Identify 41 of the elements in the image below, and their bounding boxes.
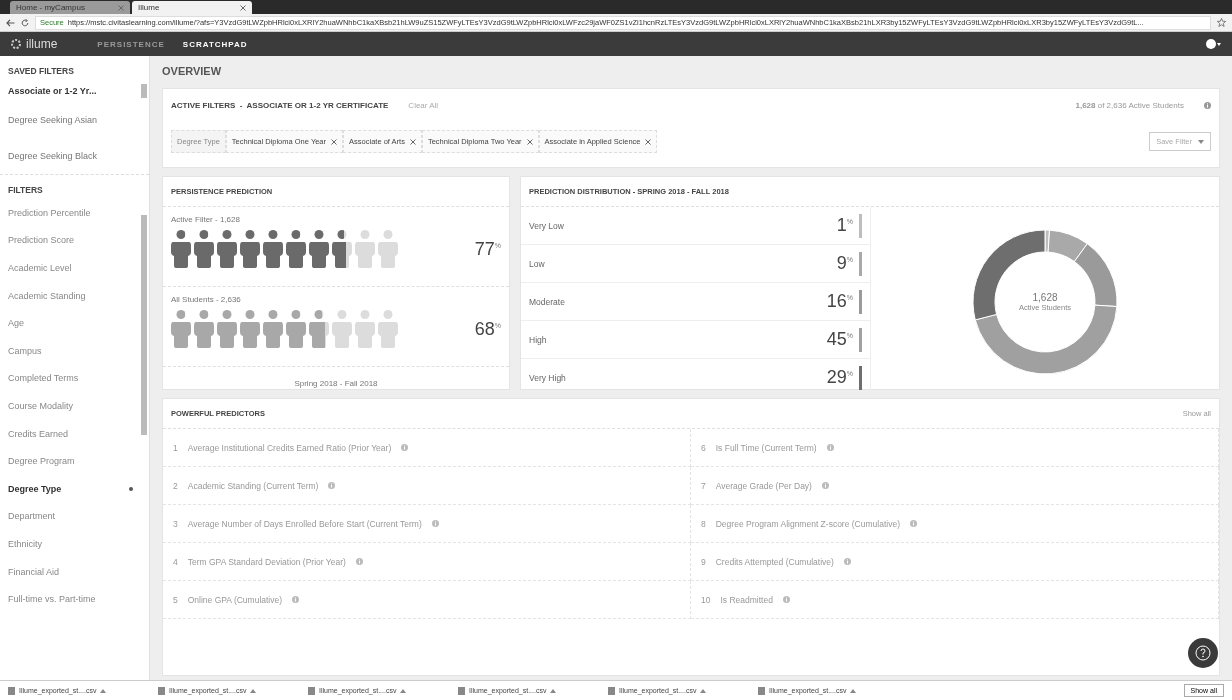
level-label: Very Low	[529, 220, 564, 231]
rank-number: 9	[701, 556, 706, 567]
level-label: Very High	[529, 372, 566, 383]
percent-value: 68$^{%}$	[474, 318, 501, 340]
predictor-label: Average Institutional Credits Earned Ratio (Prior Year)	[187, 442, 392, 453]
group-label: All Students - 2,636	[171, 295, 242, 304]
percent-value: 16$^{%}$	[826, 291, 853, 312]
predictor-label: Is Readmitted	[720, 594, 773, 605]
predictor-label: Average Grade (Per Day)	[715, 480, 812, 491]
level-label: High	[529, 334, 547, 345]
predictor-label: Is Full Time (Current Term)	[715, 442, 817, 453]
level-label: Moderate	[529, 296, 565, 307]
predictor-label: Credits Attempted (Cumulative)	[715, 556, 834, 567]
page-title: OVERVIEW	[162, 64, 223, 79]
percent-value: 45$^{%}$	[826, 329, 853, 350]
rank-number: 6	[701, 442, 706, 453]
rank-number: 10	[701, 594, 711, 605]
rank-number: 2	[173, 480, 178, 491]
predictor-label: Online GPA (Cumulative)	[187, 594, 283, 605]
student-count: 1,628 of 2,636 Active Students	[1075, 101, 1184, 110]
predictor-label: Term GPA Standard Deviation (Prior Year)	[187, 556, 346, 567]
percent-value: 29$^{%}$	[826, 367, 853, 388]
rank-number: 1	[173, 442, 178, 453]
percent-value: 77$^{%}$	[474, 238, 501, 260]
section-title: SAVED FILTERS	[7, 65, 75, 78]
card-title: ACTIVE FILTERS - ASSOCIATE OR 1-2 YR CERTIFICATE	[171, 101, 389, 110]
percent-value: 9$^{%}$	[836, 253, 853, 274]
rank-number: 7	[701, 480, 706, 491]
group-label: Active Filter - 1,628	[171, 215, 241, 224]
rank-number: 3	[173, 518, 178, 529]
predictor-label: Degree Program Alignment Z-score (Cumulative)	[715, 518, 900, 529]
predictor-label: Academic Standing (Current Term)	[187, 480, 319, 491]
rank-number: 8	[701, 518, 706, 529]
date-range: Spring 2018 - Fall 2018	[293, 378, 379, 388]
rank-number: 4	[173, 556, 178, 567]
rank-number: 5	[173, 594, 178, 605]
section-title: FILTERS	[7, 184, 44, 197]
donut-total: 1,628	[1032, 292, 1058, 303]
predictor-label: Average Number of Days Enrolled Before Start (Current Term)	[187, 518, 422, 529]
percent-value: 1$^{%}$	[836, 215, 853, 236]
level-label: Low	[529, 258, 545, 269]
